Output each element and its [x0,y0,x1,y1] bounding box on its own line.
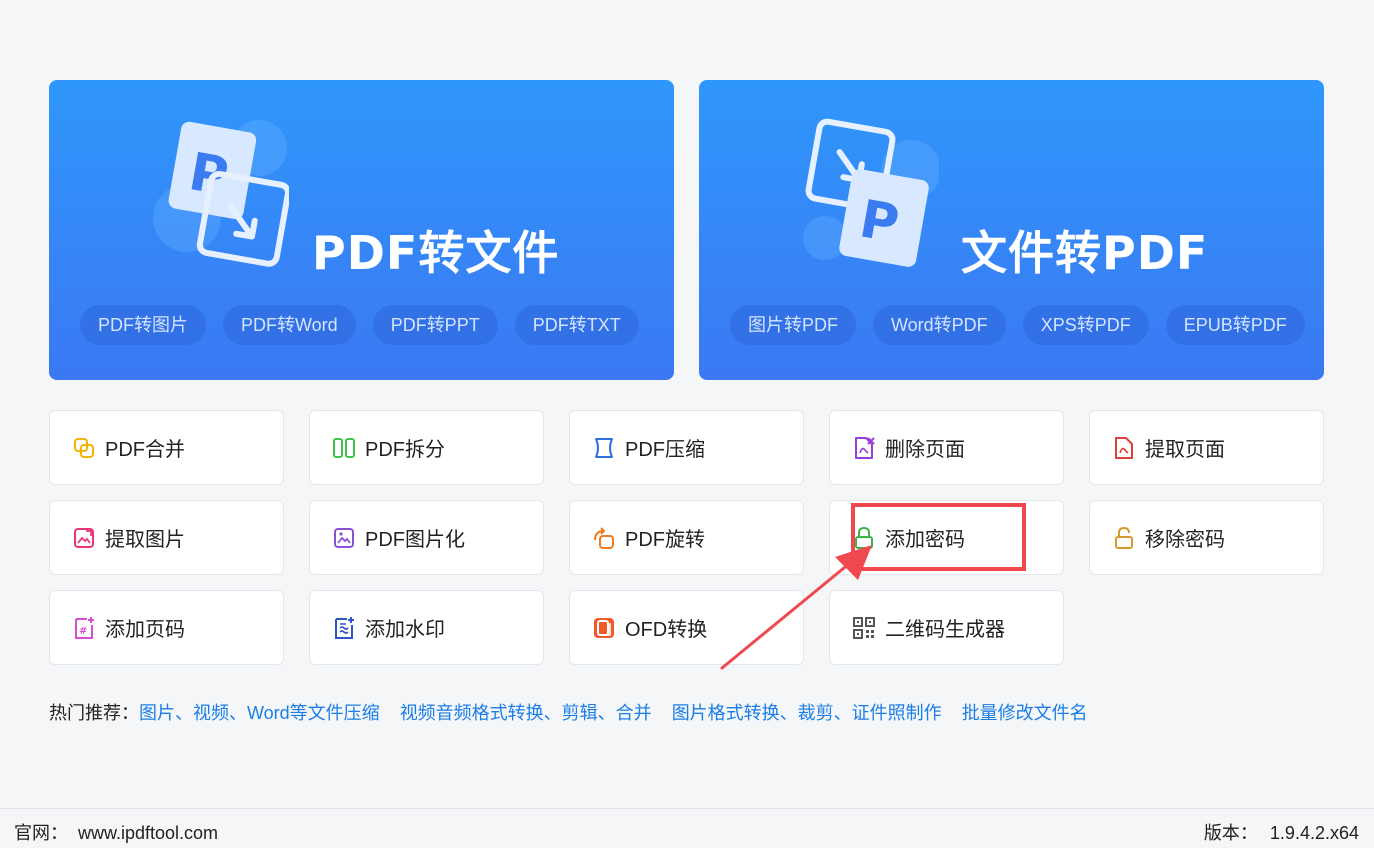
delete-page-icon [855,436,875,459]
tool-pdf-merge[interactable]: PDF合并 [49,410,284,485]
extract-page-icon [1115,436,1133,459]
tool-ofd-convert[interactable]: OFD转换 [569,590,804,665]
tool-label: PDF旋转 [625,529,705,551]
tool-pdf-compress[interactable]: PDF压缩 [569,410,804,485]
tool-label: PDF拆分 [365,439,445,461]
site-label: 官网： [14,823,68,843]
tool-qr-generator[interactable]: 二维码生成器 [829,590,1064,665]
hero-title-pdf-to-file: PDF转文件 [312,226,560,280]
watermark-icon [335,616,354,639]
tool-label: PDF压缩 [625,439,705,461]
svg-text:#: # [79,626,87,637]
tool-pdf-rotate[interactable]: PDF旋转 [569,500,804,575]
chip-pdf-to-image[interactable]: PDF转图片 [80,305,206,345]
hot-link-image-format[interactable]: 图片格式转换、裁剪、证件照制作 [672,703,942,723]
hot-link-batch-rename[interactable]: 批量修改文件名 [962,703,1088,723]
version-info: 版本： 1.9.4.2.x64 [1204,819,1359,845]
file-to-pdf-card[interactable]: P 文件转PDF 图片转PDF Word转PDF XPS转PDF EPUB转PD… [699,80,1324,380]
status-bar: 官网： www.ipdftool.com 版本： 1.9.4.2.x64 [0,808,1374,848]
tool-label: 提取图片 [105,529,185,551]
chip-word-to-pdf[interactable]: Word转PDF [873,305,1006,345]
tool-label: 添加页码 [105,619,185,641]
tool-label: 删除页面 [885,439,965,461]
chip-epub-to-pdf[interactable]: EPUB转PDF [1165,305,1305,345]
tool-label: 添加水印 [365,619,445,641]
hot-link-compress[interactable]: 图片、视频、Word等文件压缩 [139,703,380,723]
qr-code-icon [853,616,875,639]
chip-pdf-to-ppt[interactable]: PDF转PPT [372,305,498,345]
tool-add-password[interactable]: 添加密码 [829,500,1064,575]
tool-label: 二维码生成器 [885,619,1005,641]
tool-label: OFD转换 [625,619,708,641]
page-number-icon: # [75,616,94,639]
tool-label: PDF合并 [105,439,185,461]
tool-pdf-split[interactable]: PDF拆分 [309,410,544,485]
site-link[interactable]: www.ipdftool.com [78,823,218,843]
hot-link-video-audio[interactable]: 视频音频格式转换、剪辑、合并 [400,703,652,723]
version-label: 版本： [1203,823,1258,843]
ofd-icon [594,617,614,638]
tool-extract-page[interactable]: 提取页面 [1089,410,1324,485]
pdf-to-image-icon [334,527,354,548]
pdf-to-file-card[interactable]: P PDF转文件 PDF转图片 PDF转Word PDF转PPT PDF转TXT [49,80,674,380]
tool-delete-page[interactable]: 删除页面 [829,410,1064,485]
official-site: 官网： www.ipdftool.com [14,819,218,845]
app-window: P PDF转文件 PDF转图片 PDF转Word PDF转PPT PDF转TXT [0,0,1374,848]
tool-extract-image[interactable]: 提取图片 [49,500,284,575]
merge-icon [74,437,94,458]
chip-xps-to-pdf[interactable]: XPS转PDF [1022,305,1149,345]
chip-pdf-to-txt[interactable]: PDF转TXT [514,305,639,345]
chip-image-to-pdf[interactable]: 图片转PDF [730,305,856,345]
hero-title-file-to-pdf: 文件转PDF [961,226,1209,280]
tool-add-watermark[interactable]: 添加水印 [309,590,544,665]
pdf-to-file-icon: P [153,120,289,267]
tool-label: 添加密码 [885,529,965,551]
unlock-icon [1115,526,1133,549]
tool-pdf-to-image[interactable]: PDF图片化 [309,500,544,575]
split-icon [333,437,355,458]
rotate-icon [594,526,614,549]
pdf-to-file-chips: PDF转图片 PDF转Word PDF转PPT PDF转TXT [80,305,639,345]
file-to-pdf-icon: P [803,118,939,267]
tool-label: 提取页面 [1145,439,1225,461]
tool-label: 移除密码 [1145,529,1225,551]
hot-label: 热门推荐： [49,703,139,723]
tool-add-page-number[interactable]: # 添加页码 [49,590,284,665]
version-value: 1.9.4.2.x64 [1269,823,1359,843]
tool-remove-password[interactable]: 移除密码 [1089,500,1324,575]
file-to-pdf-chips: 图片转PDF Word转PDF XPS转PDF EPUB转PDF [730,305,1305,345]
lock-icon [855,526,873,549]
compress-icon [595,437,613,458]
tool-label: PDF图片化 [365,529,465,551]
hot-recommendations: 热门推荐：图片、视频、Word等文件压缩 视频音频格式转换、剪辑、合并 图片格式转换… [49,699,1108,725]
chip-pdf-to-word[interactable]: PDF转Word [223,305,356,345]
extract-image-icon [74,527,94,548]
